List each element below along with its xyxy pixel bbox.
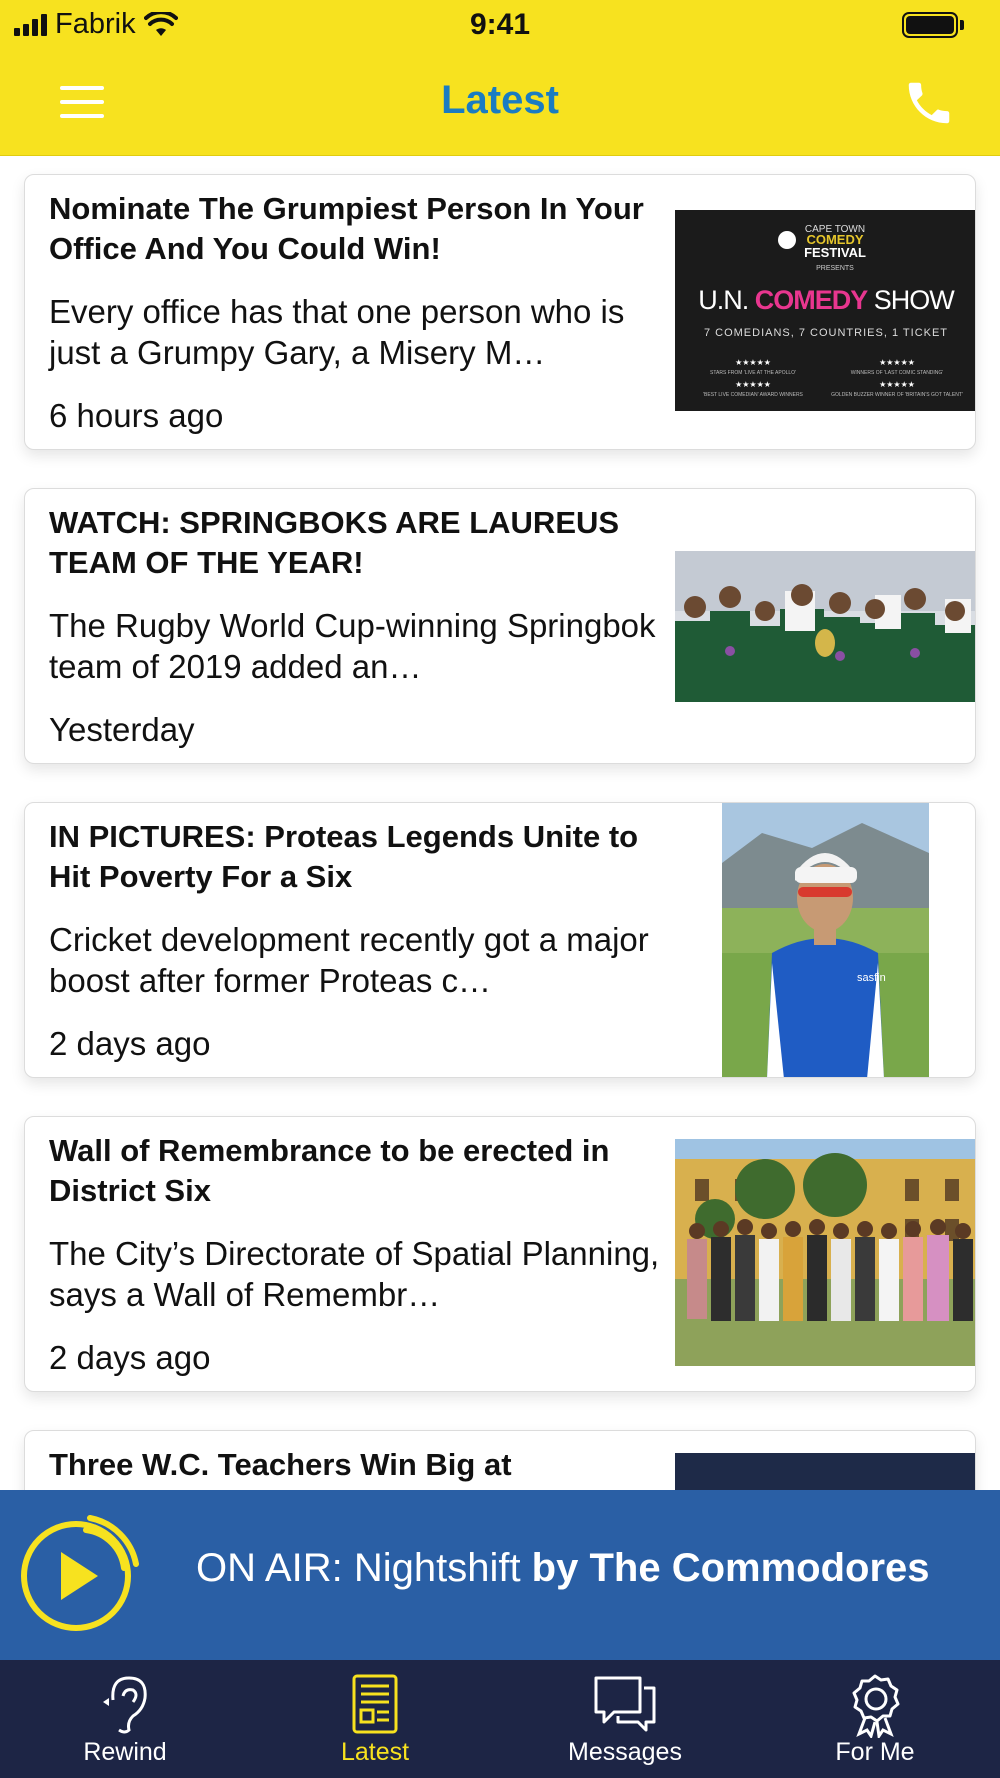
chat-bubbles-icon [594, 1676, 656, 1732]
article-card[interactable]: Three W.C. Teachers Win Big at [24, 1430, 976, 1490]
article-summary: Cricket development recently got a major… [49, 921, 649, 999]
tab-label: Messages [568, 1738, 682, 1766]
phone-icon[interactable] [902, 76, 956, 130]
battery-tip [960, 20, 964, 30]
bottom-tab-bar: Rewind Latest Messages For Me [0, 1660, 1000, 1778]
svg-text:★★★★★: ★★★★★ [879, 380, 915, 389]
award-badge-icon [852, 1674, 900, 1738]
svg-text:PRESENTS: PRESENTS [816, 265, 854, 272]
svg-text:U.N. COMEDY SHOW: U.N. COMEDY SHOW [698, 285, 955, 315]
comedy-show-poster: CAPE TOWN COMEDY FESTIVAL PRESENTS U.N. … [698, 224, 963, 398]
svg-text:WINNERS OF 'LAST COMIC STANDIN: WINNERS OF 'LAST COMIC STANDING' [851, 370, 944, 376]
article-thumbnail [675, 1139, 975, 1366]
article-title: Three W.C. Teachers Win Big at [49, 1447, 512, 1482]
page-title: Latest [441, 78, 559, 122]
article-time: 2 days ago [49, 1339, 211, 1376]
article-card[interactable]: Wall of Remembrance to be erected in Dis… [24, 1116, 976, 1392]
svg-text:STARS FROM 'LIVE AT THE APOLLO: STARS FROM 'LIVE AT THE APOLLO' [710, 370, 796, 376]
article-title: Wall of Remembrance to be erected in Dis… [49, 1133, 610, 1208]
article-thumbnail: CAPE TOWN COMEDY FESTIVAL PRESENTS U.N. … [675, 210, 975, 411]
svg-text:★★★★★: ★★★★★ [735, 358, 771, 367]
ear-icon [103, 1676, 147, 1734]
article-time: 2 days ago [49, 1025, 211, 1062]
article-card[interactable]: IN PICTURES: Proteas Legends Unite to Hi… [24, 802, 976, 1078]
article-thumbnail: sasfin [722, 803, 929, 1077]
clock: 9:41 [469, 8, 531, 41]
now-playing-text: ON AIR: Nightshift by The Commodores [196, 1546, 930, 1590]
news-feed[interactable]: Nominate The Grumpiest Person In Your Of… [0, 156, 1000, 1490]
article-summary: The Rugby World Cup-winning Springbok te… [49, 607, 656, 685]
article-title: Nominate The Grumpiest Person In Your Of… [49, 191, 644, 266]
tab-label: For Me [835, 1738, 915, 1766]
article-card[interactable]: WATCH: SPRINGBOKS ARE LAUREUS TEAM OF TH… [24, 488, 976, 764]
play-icon[interactable] [16, 1512, 140, 1636]
article-title: IN PICTURES: Proteas Legends Unite to Hi… [49, 819, 639, 894]
article-card[interactable]: Nominate The Grumpiest Person In Your Of… [24, 174, 976, 450]
tab-messages[interactable]: Messages [500, 1660, 750, 1778]
svg-text:'BEST LIVE COMEDIAN' AWARD WIN: 'BEST LIVE COMEDIAN' AWARD WINNERS [703, 392, 803, 398]
svg-text:FESTIVAL: FESTIVAL [804, 245, 866, 260]
news-icon [352, 1674, 398, 1734]
article-time: 6 hours ago [49, 397, 224, 434]
svg-text:7 COMEDIANS, 7 COUNTRIES, 1 TI: 7 COMEDIANS, 7 COUNTRIES, 1 TICKET [704, 327, 948, 339]
article-summary: The City’s Directorate of Spatial Planni… [49, 1235, 660, 1313]
svg-text:sasfin: sasfin [857, 972, 886, 984]
tab-rewind[interactable]: Rewind [0, 1660, 250, 1778]
article-thumbnail [675, 551, 975, 702]
tab-for-me[interactable]: For Me [750, 1660, 1000, 1778]
svg-text:GOLDEN BUZZER WINNER OF 'BRITA: GOLDEN BUZZER WINNER OF 'BRITAIN'S GOT T… [831, 392, 963, 398]
svg-text:★★★★★: ★★★★★ [735, 380, 771, 389]
tab-label: Rewind [83, 1738, 167, 1766]
svg-text:★★★★★: ★★★★★ [879, 358, 915, 367]
tab-label: Latest [340, 1738, 410, 1766]
article-title: WATCH: SPRINGBOKS ARE LAUREUS TEAM OF TH… [49, 505, 620, 580]
cricketer-photo: sasfin [722, 803, 929, 1077]
group-photo [675, 1139, 975, 1366]
tab-latest[interactable]: Latest [250, 1660, 500, 1778]
article-summary: Every office has that one person who is … [49, 293, 625, 371]
status-bar: Fabrik 9:41 [0, 0, 1000, 50]
now-playing-bar[interactable]: ON AIR: Nightshift by The Commodores [0, 1490, 1000, 1660]
rugby-team-photo [675, 551, 975, 702]
article-time: Yesterday [49, 711, 195, 748]
battery-icon [902, 12, 958, 38]
article-thumbnail [675, 1453, 975, 1490]
app-header: Latest [0, 50, 1000, 156]
